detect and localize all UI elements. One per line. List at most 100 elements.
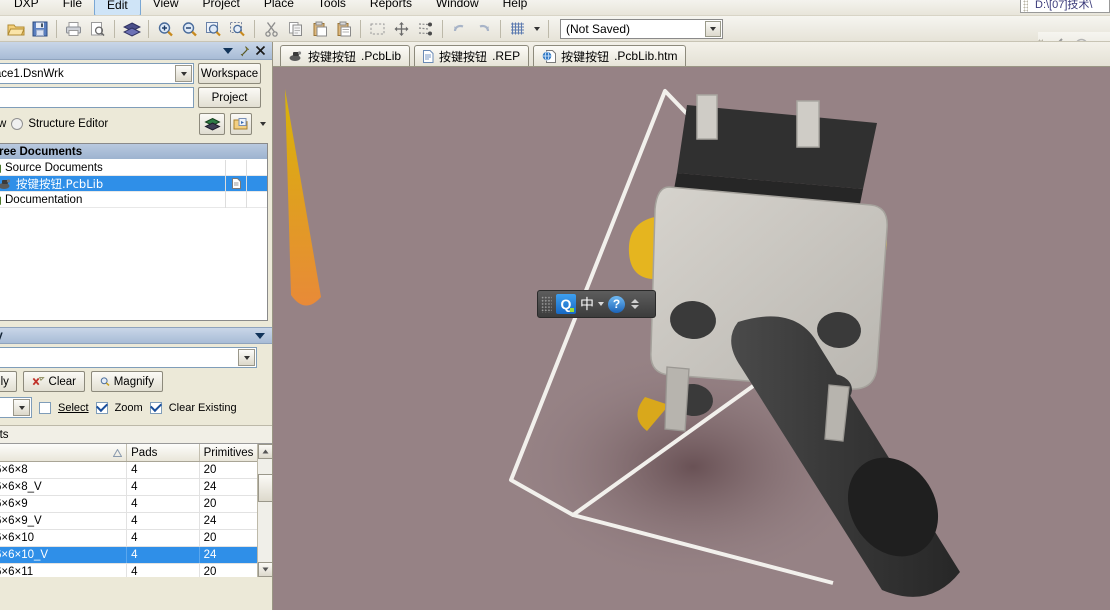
table-row[interactable]: DIP-6×6×9 4 20: [0, 496, 272, 513]
layers-config-icon[interactable]: [199, 113, 225, 135]
chevron-down-icon[interactable]: [252, 328, 268, 344]
scroll-down-icon[interactable]: [258, 562, 272, 577]
project-combo[interactable]: [0, 87, 194, 108]
chevron-down-icon[interactable]: [220, 43, 236, 59]
table-row-selected[interactable]: DIP-6×6×10_V 4 24: [0, 547, 272, 564]
circle-tool-icon[interactable]: [1070, 34, 1093, 41]
cell-pads: 4: [127, 530, 200, 546]
save-icon[interactable]: [28, 18, 51, 40]
menu-item-edit[interactable]: Edit: [94, 0, 141, 15]
tree-root-label: Free Documents: [0, 145, 83, 158]
move-icon[interactable]: [390, 18, 413, 40]
grid-icon[interactable]: [506, 18, 529, 40]
undo-icon[interactable]: [448, 18, 471, 40]
chevron-down-icon[interactable]: [705, 20, 721, 37]
menu-item-tools[interactable]: Tools: [306, 0, 358, 13]
column-header-name[interactable]: e: [0, 444, 128, 461]
paste-icon[interactable]: [308, 18, 331, 40]
chevron-down-icon[interactable]: [257, 113, 268, 135]
tree-root-node[interactable]: Free Documents: [0, 144, 267, 160]
zoom-area-icon[interactable]: [226, 18, 249, 40]
toolbar-separator: [360, 19, 361, 38]
chevron-down-icon[interactable]: [238, 349, 255, 366]
tab-rep[interactable]: 按键按钮 .REP: [414, 45, 530, 66]
library-mode-combo[interactable]: al: [0, 397, 32, 418]
zoom-fit-icon[interactable]: [202, 18, 225, 40]
tree-item-pcblib[interactable]: 按键按钮.PcbLib: [0, 175, 267, 192]
menu-item-dxp[interactable]: DXP: [2, 0, 51, 13]
paste-special-icon[interactable]: [332, 18, 355, 40]
tab-htm[interactable]: 按键按钮 .PcbLib.htm: [533, 45, 687, 66]
pin-icon[interactable]: [236, 43, 252, 59]
cell-pads: 4: [127, 513, 200, 529]
menu-item-help[interactable]: Help: [491, 0, 540, 13]
menu-item-place[interactable]: Place: [252, 0, 306, 13]
tab-pcblib[interactable]: 按键按钮 .PcbLib: [280, 45, 411, 66]
library-filter-input[interactable]: *: [0, 347, 257, 368]
structure-editor-label[interactable]: Structure Editor: [28, 118, 108, 130]
cell-name: DIP-6×6×9_V: [0, 513, 128, 529]
select-area-icon[interactable]: [366, 18, 389, 40]
ime-toolbar[interactable]: Q 中 ?: [537, 290, 656, 318]
zoom-checkbox-label[interactable]: Zoom: [115, 402, 143, 414]
cell-pads: 4: [127, 462, 200, 478]
select-checkbox[interactable]: [39, 401, 51, 414]
qq-logo-icon[interactable]: Q: [556, 294, 576, 314]
file-view-label[interactable]: e View: [0, 118, 6, 130]
layers-icon[interactable]: [120, 18, 143, 40]
table-row[interactable]: DIP-6×6×9_V 4 24: [0, 513, 272, 530]
zoom-in-icon[interactable]: [154, 18, 177, 40]
structure-editor-radio[interactable]: [11, 118, 24, 130]
zoom-checkbox[interactable]: [95, 401, 108, 414]
table-row[interactable]: DIP-6×6×10 4 20: [0, 530, 272, 547]
open-document-icon[interactable]: [230, 113, 252, 135]
copy-icon[interactable]: [284, 18, 307, 40]
magnify-button[interactable]: Magnify: [91, 371, 163, 392]
chevron-down-icon[interactable]: [13, 399, 30, 416]
scrollbar-thumb[interactable]: [258, 474, 272, 502]
close-icon[interactable]: [252, 43, 268, 59]
table-row[interactable]: DIP-6×6×8 4 20: [0, 462, 272, 479]
tree-item-source-documents[interactable]: Source Documents: [0, 159, 267, 176]
column-header-pads[interactable]: Pads: [127, 444, 200, 461]
menu-item-file[interactable]: File: [51, 0, 94, 13]
cut-icon[interactable]: [260, 18, 283, 40]
saved-state-combo[interactable]: (Not Saved): [560, 18, 723, 39]
file-path-field[interactable]: D:\[07]技术\: [1020, 0, 1110, 13]
project-button[interactable]: Project: [198, 87, 261, 108]
clear-button[interactable]: Clear: [23, 371, 85, 392]
workspace-combo[interactable]: kspace1.DsnWrk: [0, 63, 194, 84]
clear-existing-checkbox-label[interactable]: Clear Existing: [169, 402, 237, 414]
chevron-down-icon[interactable]: [598, 302, 604, 306]
menu-item-reports[interactable]: Reports: [358, 0, 424, 13]
help-icon[interactable]: ?: [608, 295, 625, 313]
ime-grip-icon[interactable]: [541, 295, 552, 313]
tree-item-documentation[interactable]: Documentation: [0, 191, 267, 208]
table-row[interactable]: DIP-6×6×11 4 20: [0, 564, 272, 577]
scroll-up-icon[interactable]: [258, 444, 272, 459]
ratsnest-icon[interactable]: [414, 18, 437, 40]
print-preview-icon[interactable]: [86, 18, 109, 40]
chevron-down-icon[interactable]: [175, 65, 192, 82]
scroll-up-icon[interactable]: [631, 299, 639, 303]
scroll-down-icon[interactable]: [631, 305, 639, 309]
workspace-button[interactable]: Workspace: [198, 63, 261, 84]
table-row[interactable]: DIP-6×6×8_V 4 24: [0, 479, 272, 496]
grid-dropdown-icon[interactable]: [530, 18, 543, 40]
select-checkbox-label[interactable]: Select: [58, 402, 89, 414]
clear-existing-checkbox[interactable]: [149, 401, 162, 414]
chinese-mode-icon[interactable]: 中: [580, 294, 594, 314]
pcb-3d-viewport[interactable]: Q 中 ?: [273, 67, 1110, 610]
zoom-out-icon[interactable]: [178, 18, 201, 40]
print-icon[interactable]: [62, 18, 85, 40]
toolbar-grip-icon[interactable]: [1023, 0, 1028, 12]
line-tool-icon[interactable]: [1045, 34, 1068, 41]
components-scrollbar[interactable]: [257, 444, 272, 577]
menu-item-project[interactable]: Project: [191, 0, 252, 13]
menu-item-view[interactable]: View: [141, 0, 191, 13]
altium-designer-window: DXP File Edit View Project Place Tools R…: [0, 0, 1110, 610]
menu-item-window[interactable]: Window: [424, 0, 491, 13]
redo-icon[interactable]: [472, 18, 495, 40]
open-folder-icon[interactable]: [4, 18, 27, 40]
apply-button[interactable]: Apply: [0, 371, 17, 392]
